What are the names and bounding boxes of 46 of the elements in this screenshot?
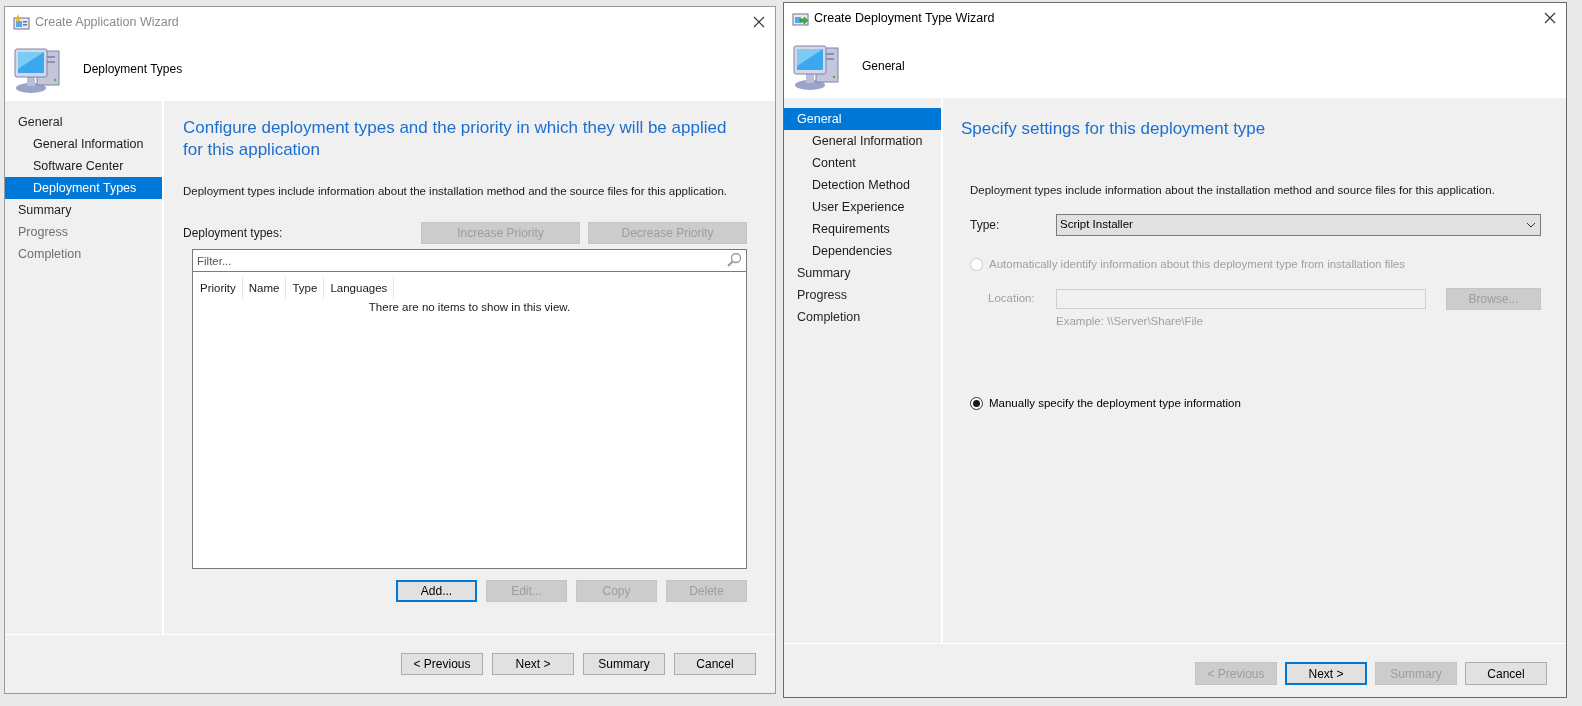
- search-icon[interactable]: [726, 252, 742, 269]
- column-header[interactable]: Languages: [324, 277, 395, 300]
- field-label: Deployment types:: [183, 225, 284, 243]
- button[interactable]: < Previous: [401, 653, 483, 675]
- button[interactable]: Summary: [583, 653, 665, 675]
- radio-button[interactable]: Manually specify the deployment type information: [970, 395, 1541, 413]
- field-label: Location:: [988, 291, 1036, 307]
- button[interactable]: Cancel: [674, 653, 756, 675]
- filter-field[interactable]: Filter...: [192, 249, 747, 273]
- nav-item[interactable]: Summary: [784, 262, 941, 284]
- button[interactable]: Next >: [492, 653, 574, 675]
- close-icon[interactable]: [1544, 12, 1556, 24]
- button[interactable]: Add...: [396, 580, 477, 603]
- nav-item[interactable]: User Experience: [784, 196, 941, 218]
- page-heading: Specify settings for this deployment type: [961, 118, 1267, 140]
- nav-item[interactable]: General: [784, 108, 941, 130]
- type-dropdown[interactable]: Script Installer: [1056, 213, 1541, 236]
- button[interactable]: Next >: [1285, 662, 1367, 685]
- nav-item[interactable]: General Information: [784, 130, 941, 152]
- nav-item[interactable]: General: [5, 111, 162, 133]
- column-header[interactable]: Name: [242, 277, 287, 300]
- field-label: Type:: [970, 216, 1001, 234]
- nav-item[interactable]: Summary: [5, 199, 162, 221]
- page-title: General: [862, 57, 905, 75]
- description-text: Deployment types include information about the installation method and source files for this application.: [970, 182, 1496, 198]
- close-icon[interactable]: [753, 16, 765, 28]
- nav-item[interactable]: Deployment Types: [5, 177, 162, 199]
- nav-item[interactable]: Software Center: [5, 155, 162, 177]
- page-heading: Configure deployment types and the priority in which they will be applied for this application: [183, 117, 728, 161]
- nav-item[interactable]: Progress: [784, 284, 941, 306]
- nav-item[interactable]: General Information: [5, 133, 162, 155]
- window-title: Create Application Wizard: [35, 13, 179, 31]
- button[interactable]: Cancel: [1465, 662, 1547, 685]
- nav-item[interactable]: Requirements: [784, 218, 941, 240]
- nav-item[interactable]: Detection Method: [784, 174, 941, 196]
- description-text: Deployment types include information about the installation method and the source files for this application.: [183, 184, 728, 199]
- window-title: Create Deployment Type Wizard: [814, 9, 995, 27]
- nav-item[interactable]: Completion: [784, 306, 941, 328]
- column-header[interactable]: Priority: [194, 277, 243, 300]
- page-title: Deployment Types: [83, 61, 183, 78]
- chevron-icon: [1526, 221, 1536, 228]
- nav-item[interactable]: Content: [784, 152, 941, 174]
- example-text: Example: \\Server\Share\File: [1056, 314, 1204, 329]
- empty-message: There are no items to show in this view.: [367, 300, 572, 316]
- column-header[interactable]: Type: [286, 277, 325, 300]
- nav-item[interactable]: Dependencies: [784, 240, 941, 262]
